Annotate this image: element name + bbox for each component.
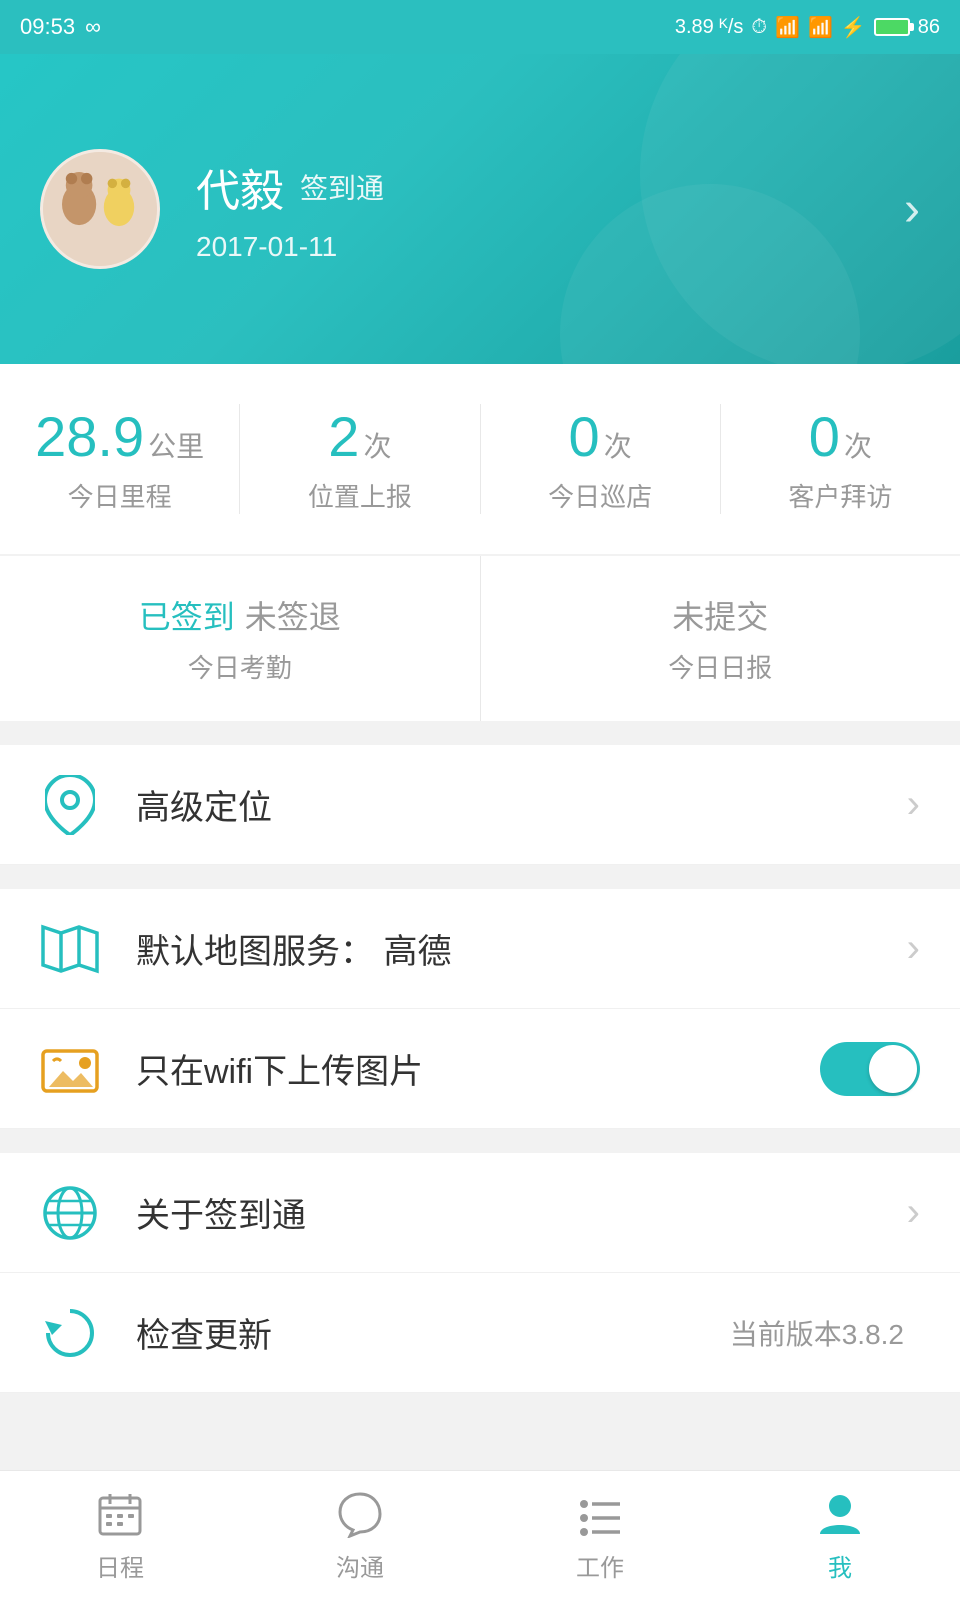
stat-visit-number: 0次 <box>809 404 872 469</box>
map-chevron: › <box>907 926 920 971</box>
nav-me[interactable]: 我 <box>720 1471 960 1600</box>
user-date: 2017-01-11 <box>196 231 384 263</box>
signal-icon: 📶 <box>808 15 833 40</box>
battery-percent: 86 <box>918 16 940 39</box>
attendance-section: 已签到 未签退 今日考勤 未提交 今日日报 <box>0 556 960 721</box>
location-icon <box>40 775 100 835</box>
checkin-label: 今日考勤 <box>188 648 292 685</box>
stat-patrol: 0次 今日巡店 <box>481 404 721 514</box>
divider-3 <box>0 1129 960 1153</box>
toggle-knob <box>869 1045 917 1093</box>
battery-icon <box>874 18 910 36</box>
stat-visit: 0次 客户拜访 <box>721 404 960 514</box>
stat-mileage: 28.9公里 今日里程 <box>0 404 240 514</box>
divider-1 <box>0 721 960 745</box>
stat-mileage-number: 28.9公里 <box>35 404 204 469</box>
map-label: 默认地图服务： 高德 <box>136 924 907 973</box>
status-left: 09:53 ∞ <box>20 14 101 40</box>
update-label: 检查更新 <box>136 1308 730 1357</box>
time-display: 09:53 <box>20 14 75 40</box>
avatar <box>40 149 160 269</box>
nav-schedule[interactable]: 日程 <box>0 1471 240 1600</box>
menu-location[interactable]: 高级定位 › <box>0 745 960 865</box>
nav-work-label: 工作 <box>576 1548 624 1583</box>
stat-patrol-label: 今日巡店 <box>548 477 652 514</box>
wifi-icon: 📶 <box>775 15 800 40</box>
user-info: 代毅 签到通 2017-01-11 <box>196 155 384 263</box>
daily-status: 未提交 <box>672 592 768 638</box>
bottom-nav: 日程 沟通 工作 我 <box>0 1470 960 1600</box>
user-name-text: 代毅 <box>196 155 284 219</box>
clock-icon: ⏱ <box>751 16 767 39</box>
header-chevron-icon: › <box>904 182 920 237</box>
stat-location-number: 2次 <box>328 404 391 469</box>
header-banner[interactable]: 代毅 签到通 2017-01-11 › <box>0 54 960 364</box>
location-chevron: › <box>907 782 920 827</box>
speed-display: 3.89 ᴷ/s <box>675 16 744 39</box>
about-chevron: › <box>907 1190 920 1235</box>
app-name-badge: 签到通 <box>300 167 384 207</box>
nav-chat[interactable]: 沟通 <box>240 1471 480 1600</box>
stat-location-label: 位置上报 <box>308 477 412 514</box>
globe-icon <box>40 1183 100 1243</box>
stat-patrol-number: 0次 <box>569 404 632 469</box>
location-label: 高级定位 <box>136 780 907 829</box>
stat-location: 2次 位置上报 <box>240 404 480 514</box>
nav-schedule-label: 日程 <box>96 1548 144 1583</box>
charging-icon: ⚡ <box>841 15 866 40</box>
status-bar: 09:53 ∞ 3.89 ᴷ/s ⏱ 📶 📶 ⚡ 86 <box>0 0 960 54</box>
schedule-icon <box>94 1488 146 1540</box>
attendance-daily: 未提交 今日日报 <box>481 556 960 721</box>
menu-about[interactable]: 关于签到通 › <box>0 1153 960 1273</box>
me-icon <box>814 1488 866 1540</box>
daily-label: 今日日报 <box>668 648 772 685</box>
work-icon <box>574 1488 626 1540</box>
nav-work[interactable]: 工作 <box>480 1471 720 1600</box>
menu-wifi-upload[interactable]: 只在wifi下上传图片 <box>0 1009 960 1129</box>
stats-section: 28.9公里 今日里程 2次 位置上报 0次 今日巡店 0次 客户拜访 <box>0 364 960 554</box>
about-label: 关于签到通 <box>136 1188 907 1237</box>
image-wifi-icon <box>40 1039 100 1099</box>
status-right: 3.89 ᴷ/s ⏱ 📶 📶 ⚡ 86 <box>675 15 940 40</box>
attendance-checkin: 已签到 未签退 今日考勤 <box>0 556 481 721</box>
chat-icon <box>334 1488 386 1540</box>
nav-chat-label: 沟通 <box>336 1548 384 1583</box>
update-icon <box>40 1303 100 1363</box>
menu-map[interactable]: 默认地图服务： 高德 › <box>0 889 960 1009</box>
stat-mileage-label: 今日里程 <box>68 477 172 514</box>
wifi-upload-label: 只在wifi下上传图片 <box>136 1044 820 1093</box>
menu-update[interactable]: 检查更新 当前版本3.8.2 <box>0 1273 960 1393</box>
checkin-status: 已签到 未签退 <box>139 592 341 638</box>
update-version: 当前版本3.8.2 <box>730 1313 904 1353</box>
map-icon <box>40 919 100 979</box>
loop-icon: ∞ <box>85 14 101 40</box>
stat-visit-label: 客户拜访 <box>788 477 892 514</box>
nav-me-label: 我 <box>828 1548 852 1583</box>
user-name-row: 代毅 签到通 <box>196 155 384 219</box>
divider-2 <box>0 865 960 889</box>
wifi-upload-toggle[interactable] <box>820 1042 920 1096</box>
